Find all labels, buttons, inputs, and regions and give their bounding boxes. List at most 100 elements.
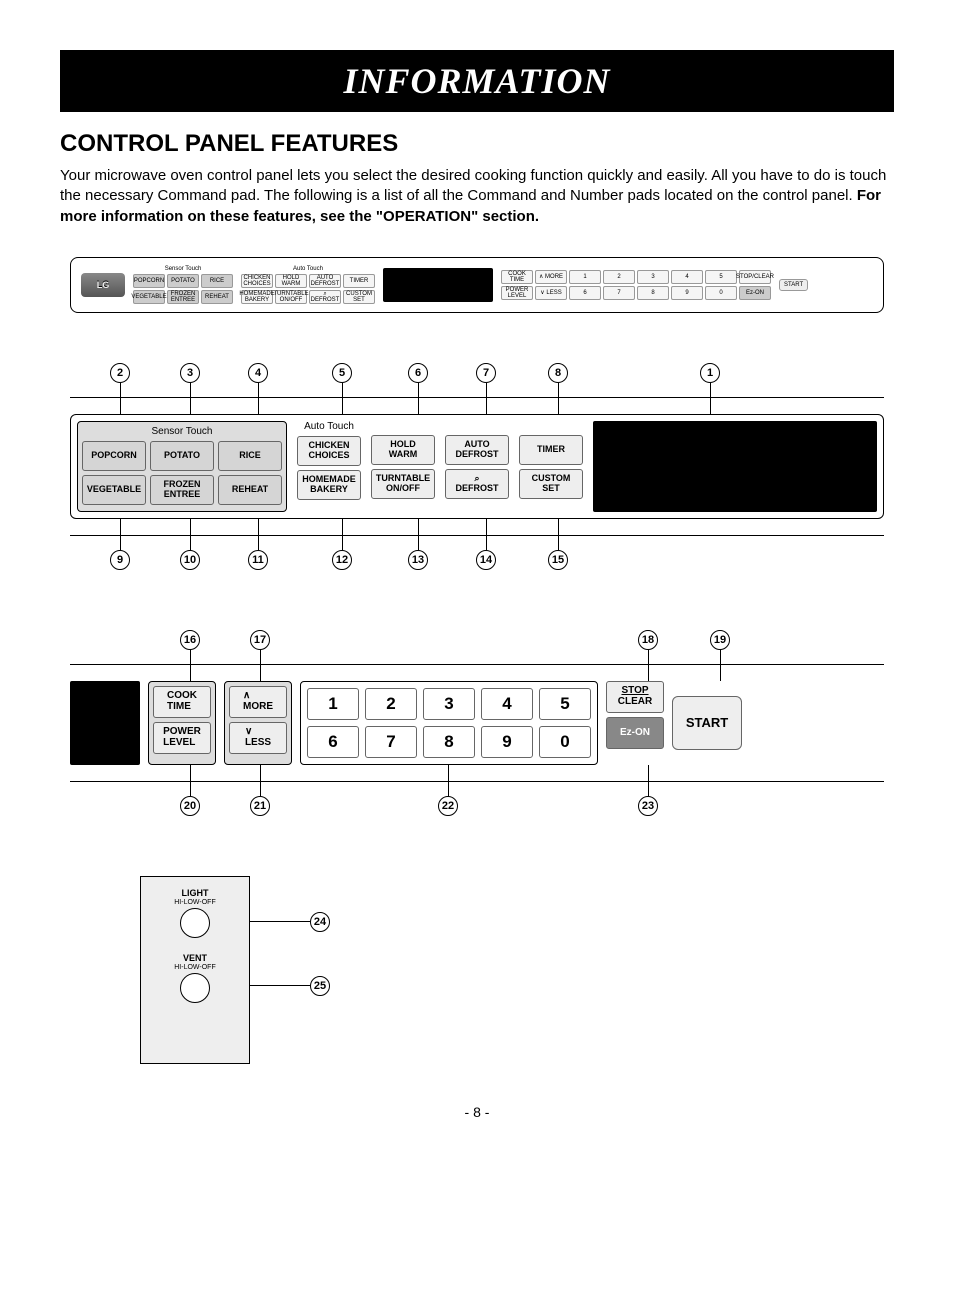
- ov-ezon: Ez-ON: [739, 286, 771, 300]
- num-7-button[interactable]: 7: [365, 726, 417, 758]
- auto-touch-group: Auto Touch CHICKEN CHOICES HOMEMADE BAKE…: [297, 421, 583, 512]
- ov-frozen-entree: FROZEN ENTREE: [167, 290, 199, 304]
- sensor-touch-label: Sensor Touch: [152, 426, 213, 437]
- overview-panel: LG Sensor Touch POPCORN POTATO RICE VEGE…: [70, 257, 884, 313]
- ov-n1: 1: [569, 270, 601, 284]
- callout-2: 2: [110, 363, 130, 383]
- light-sub: HI-LOW-OFF: [174, 899, 215, 906]
- num-6-button[interactable]: 6: [307, 726, 359, 758]
- chicken-choices-button[interactable]: CHICKEN CHOICES: [297, 436, 361, 466]
- callout-18: 18: [638, 630, 658, 650]
- defrost-button[interactable]: ⌕ DEFROST: [445, 469, 509, 499]
- callout-16: 16: [180, 630, 200, 650]
- detail-panel-2: 16 17 18 19 COOK TIME POWER LEVEL ∧ MORE…: [70, 630, 884, 816]
- ov-n2: 2: [603, 270, 635, 284]
- ov-n0: 0: [705, 286, 737, 300]
- num-2-button[interactable]: 2: [365, 688, 417, 720]
- ov-vegetable: VEGETABLE: [133, 290, 165, 304]
- num-5-button[interactable]: 5: [539, 688, 591, 720]
- intro-paragraph: Your microwave oven control panel lets y…: [60, 166, 894, 227]
- number-pad-panel: COOK TIME POWER LEVEL ∧ MORE ∨ LESS 1 2 …: [70, 681, 884, 765]
- stop-ez-group: STOP CLEAR Ez-ON: [606, 681, 664, 765]
- callout-19: 19: [710, 630, 730, 650]
- cook-time-button[interactable]: COOK TIME: [153, 686, 211, 718]
- ov-n7: 7: [603, 286, 635, 300]
- callout-3: 3: [180, 363, 200, 383]
- turntable-button[interactable]: TURNTABLE ON/OFF: [371, 469, 435, 499]
- num-9-button[interactable]: 9: [481, 726, 533, 758]
- hold-warm-button[interactable]: HOLD WARM: [371, 435, 435, 465]
- callout-21: 21: [250, 796, 270, 816]
- callout-24: 24: [310, 912, 330, 932]
- ov-n9: 9: [671, 286, 703, 300]
- frozen-entree-button[interactable]: FROZEN ENTREE: [150, 475, 214, 505]
- ov-stop-clear: STOP/CLEAR: [739, 270, 771, 284]
- less-button[interactable]: ∨ LESS: [229, 722, 287, 754]
- potato-button[interactable]: POTATO: [150, 441, 214, 471]
- ov-cook-time: COOK TIME: [501, 270, 533, 284]
- ov-ctrl-group: COOK TIME ∧ MORE 1 2 3 4 5 STOP/CLEAR PO…: [501, 270, 771, 300]
- display-screen-left: [70, 681, 140, 765]
- callout-12: 12: [332, 550, 352, 570]
- homemade-bakery-button[interactable]: HOMEMADE BAKERY: [297, 470, 361, 500]
- callout-13: 13: [408, 550, 428, 570]
- ov-chicken: CHICKEN CHOICES: [241, 274, 273, 288]
- knob-panel: LIGHT HI-LOW-OFF VENT HI-LOW-OFF: [140, 876, 250, 1064]
- start-button[interactable]: START: [672, 696, 742, 750]
- rice-button[interactable]: RICE: [218, 441, 282, 471]
- stop-clear-button[interactable]: STOP CLEAR: [606, 681, 664, 713]
- auto-touch-label: Auto Touch: [304, 421, 354, 432]
- vent-knob[interactable]: [180, 973, 210, 1003]
- number-grid: 1 2 3 4 5 6 7 8 9 0: [300, 681, 598, 765]
- light-label: LIGHT: [174, 889, 215, 899]
- light-knob[interactable]: [180, 908, 210, 938]
- callout-25: 25: [310, 976, 330, 996]
- callout-5: 5: [332, 363, 352, 383]
- sensor-touch-group: Sensor Touch POPCORN POTATO RICE VEGETAB…: [77, 421, 287, 512]
- ov-hold-warm: HOLD WARM: [275, 274, 307, 288]
- callout-17: 17: [250, 630, 270, 650]
- ov-less: ∨ LESS: [535, 286, 567, 300]
- lg-logo: LG: [81, 273, 125, 297]
- reheat-button[interactable]: REHEAT: [218, 475, 282, 505]
- ez-on-button[interactable]: Ez-ON: [606, 717, 664, 749]
- ov-auto-group: Auto Touch CHICKEN CHOICES HOLD WARM AUT…: [241, 266, 375, 304]
- ov-display: [383, 268, 493, 302]
- callout-6: 6: [408, 363, 428, 383]
- ov-n6: 6: [569, 286, 601, 300]
- ov-rice: RICE: [201, 274, 233, 288]
- num-4-button[interactable]: 4: [481, 688, 533, 720]
- callout-7: 7: [476, 363, 496, 383]
- callout-10: 10: [180, 550, 200, 570]
- timer-button[interactable]: TIMER: [519, 435, 583, 465]
- auto-defrost-button[interactable]: AUTO DEFROST: [445, 435, 509, 465]
- ov-custom-set: CUSTOM SET: [343, 290, 375, 304]
- ov-n4: 4: [671, 270, 703, 284]
- callout-25-line: 25: [250, 976, 330, 996]
- callout-4: 4: [248, 363, 268, 383]
- ov-defrost: ⌕ DEFROST: [309, 290, 341, 304]
- callout-14: 14: [476, 550, 496, 570]
- ov-power-level: POWER LEVEL: [501, 286, 533, 300]
- popcorn-button[interactable]: POPCORN: [82, 441, 146, 471]
- num-3-button[interactable]: 3: [423, 688, 475, 720]
- ov-bakery: HOMEMADE BAKERY: [241, 290, 273, 304]
- custom-set-button[interactable]: CUSTOM SET: [519, 469, 583, 499]
- callout-22: 22: [438, 796, 458, 816]
- power-level-button[interactable]: POWER LEVEL: [153, 722, 211, 754]
- vegetable-button[interactable]: VEGETABLE: [82, 475, 146, 505]
- clear-label: CLEAR: [618, 697, 652, 708]
- ov-start: START: [779, 279, 808, 291]
- callout-9: 9: [110, 550, 130, 570]
- num-8-button[interactable]: 8: [423, 726, 475, 758]
- vent-sub: HI-LOW-OFF: [174, 964, 215, 971]
- more-button[interactable]: ∧ MORE: [229, 686, 287, 718]
- ov-turntable: TURNTABLE ON/OFF: [275, 290, 307, 304]
- display-screen: [593, 421, 877, 512]
- page-banner: INFORMATION: [60, 50, 894, 112]
- more-less-group: ∧ MORE ∨ LESS: [224, 681, 292, 765]
- num-1-button[interactable]: 1: [307, 688, 359, 720]
- num-0-button[interactable]: 0: [539, 726, 591, 758]
- section-heading: CONTROL PANEL FEATURES: [60, 130, 894, 158]
- page-number: - 8 -: [60, 1104, 894, 1120]
